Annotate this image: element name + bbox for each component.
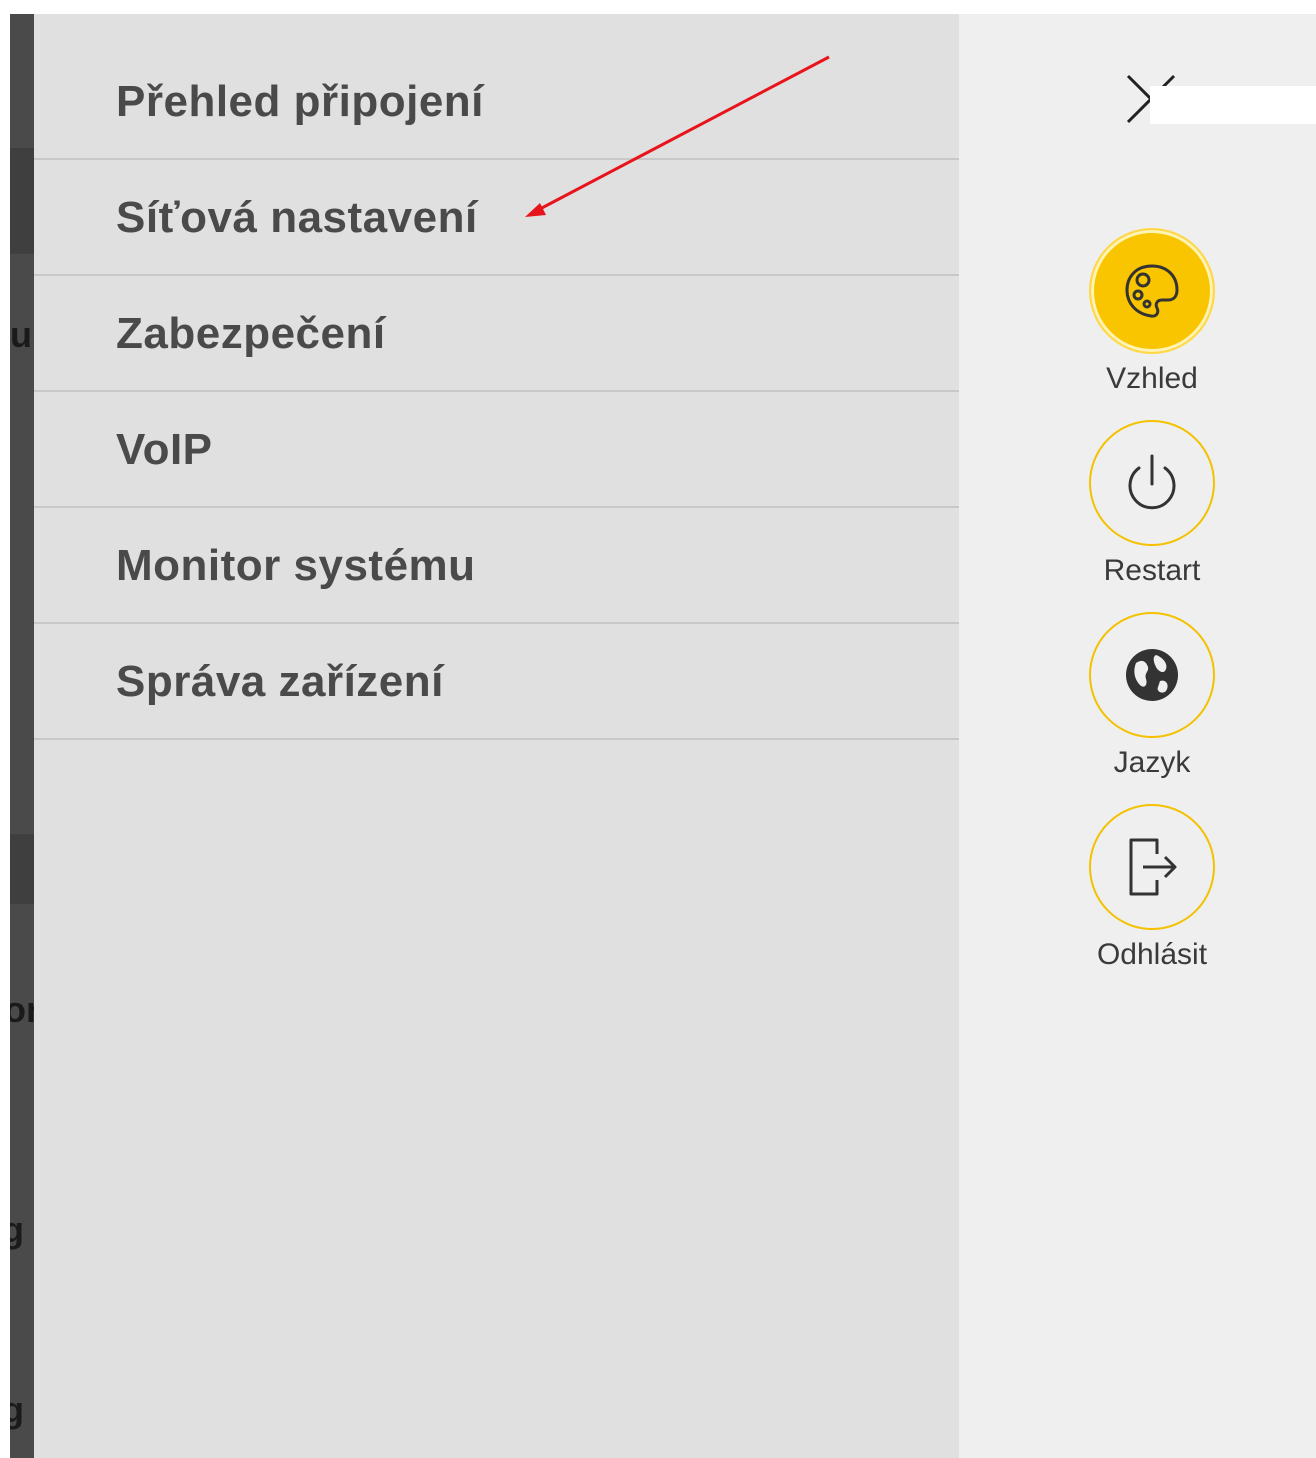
menu-item-network-settings[interactable]: Síťová nastavení (34, 162, 959, 276)
menu-top-edge (34, 44, 959, 46)
navigation-menu: Přehled připojení Síťová nastavení Zabez… (34, 14, 959, 1458)
menu-item-security[interactable]: Zabezpečení (34, 278, 959, 392)
page-edge (0, 14, 10, 1458)
language-circle (1089, 612, 1215, 738)
menu-item-label: Přehled připojení (116, 77, 484, 126)
restart-label: Restart (1103, 554, 1201, 587)
menu-item-system-monitor[interactable]: Monitor systému (34, 510, 959, 624)
power-icon (1128, 454, 1176, 510)
restart-button[interactable]: Restart (1087, 420, 1217, 588)
menu-item-label: Správa zařízení (116, 657, 444, 706)
logout-circle (1089, 804, 1215, 930)
background-text-fragment: g (10, 1209, 24, 1250)
logout-icon (1129, 838, 1177, 896)
background-text-fragment: u (10, 314, 32, 355)
menu-item-label: Monitor systému (116, 541, 476, 590)
background-text-fragment: g (10, 1389, 24, 1430)
logout-button[interactable]: Odhlásit (1087, 804, 1217, 972)
menu-item-label: Síťová nastavení (116, 193, 478, 242)
menu-item-voip[interactable]: VoIP (34, 394, 959, 508)
appearance-circle (1089, 228, 1215, 354)
palette-icon (1125, 264, 1179, 318)
menu-item-device-management[interactable]: Správa zařízení (34, 626, 959, 740)
appearance-label: Vzhled (1106, 362, 1198, 395)
globe-icon (1126, 649, 1178, 701)
menu-item-connection-overview[interactable]: Přehled připojení (34, 46, 959, 160)
menu-item-label: VoIP (116, 425, 213, 474)
restart-circle (1089, 420, 1215, 546)
language-button[interactable]: Jazyk (1087, 612, 1217, 780)
menu-item-label: Zabezpečení (116, 309, 386, 358)
logout-label: Odhlásit (1096, 938, 1208, 971)
header-search-box (1150, 86, 1316, 124)
appearance-button[interactable]: Vzhled (1087, 228, 1217, 396)
language-label: Jazyk (1113, 746, 1191, 779)
